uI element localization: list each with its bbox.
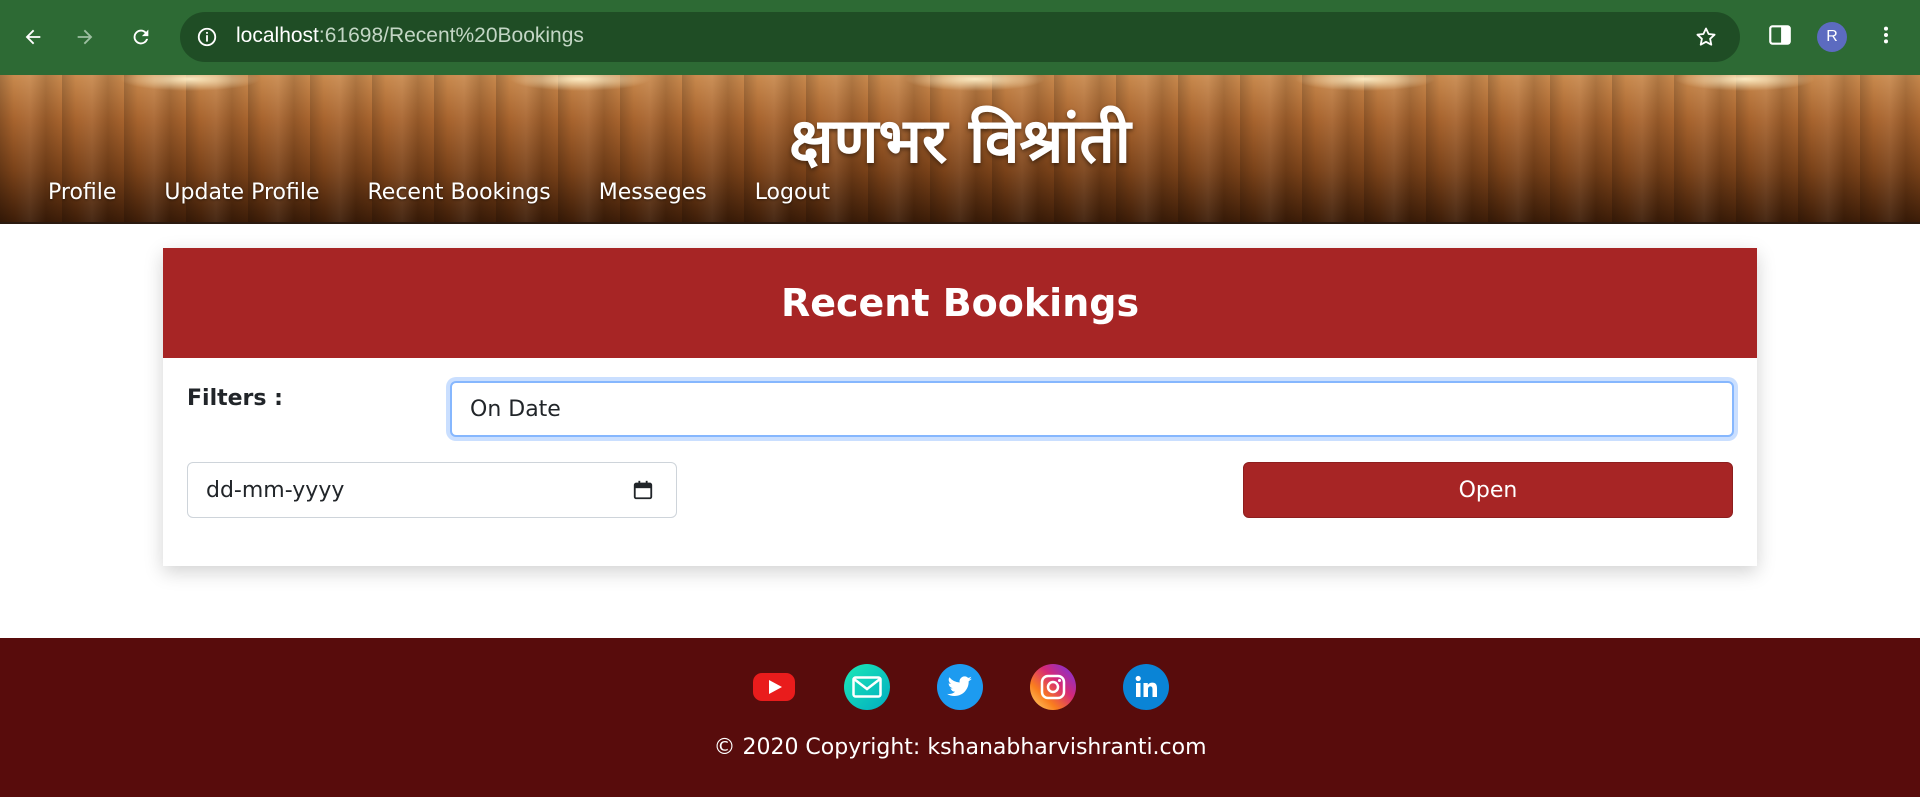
social-links xyxy=(0,664,1920,710)
nav-update-profile[interactable]: Update Profile xyxy=(164,180,319,205)
site-logo-title: क्षणभर विश्रांती xyxy=(789,104,1131,177)
nav-logout[interactable]: Logout xyxy=(755,180,830,205)
instagram-icon[interactable] xyxy=(1030,664,1076,710)
more-icon[interactable] xyxy=(1875,22,1897,48)
address-bar[interactable]: localhost:61698/Recent%20Bookings xyxy=(180,12,1740,62)
copyright-text: © 2020 Copyright: kshanabharvishranti.co… xyxy=(713,735,1207,760)
nav-recent-bookings[interactable]: Recent Bookings xyxy=(367,180,550,205)
filter-select-value: On Date xyxy=(470,396,561,422)
nav-messeges[interactable]: Messeges xyxy=(599,180,707,205)
site-footer: © 2020 Copyright: kshanabharvishranti.co… xyxy=(0,638,1920,797)
star-icon[interactable] xyxy=(1694,25,1718,49)
reload-icon[interactable] xyxy=(124,20,158,54)
info-icon[interactable] xyxy=(196,26,218,48)
date-placeholder: dd-mm-yyyy xyxy=(206,477,345,503)
site-header: क्षणभर विश्रांती Profile Update Profile … xyxy=(0,75,1920,224)
browser-toolbar: localhost:61698/Recent%20Bookings R xyxy=(0,0,1920,75)
nav-profile[interactable]: Profile xyxy=(48,180,116,205)
page-title: Recent Bookings xyxy=(780,281,1140,325)
main-nav: Profile Update Profile Recent Bookings M… xyxy=(48,180,830,205)
mail-icon[interactable] xyxy=(844,664,890,710)
url-text[interactable]: localhost:61698/Recent%20Bookings xyxy=(236,24,584,48)
card-header: Recent Bookings xyxy=(163,248,1757,358)
open-button[interactable]: Open xyxy=(1243,462,1733,518)
back-icon[interactable] xyxy=(16,20,50,54)
youtube-icon[interactable] xyxy=(751,664,797,710)
linkedin-icon[interactable] xyxy=(1123,664,1169,710)
date-input[interactable]: dd-mm-yyyy xyxy=(187,462,677,518)
calendar-icon[interactable] xyxy=(632,479,654,501)
filter-select[interactable]: On Date xyxy=(450,381,1734,437)
bookings-card: Recent Bookings Filters : On Date dd-mm-… xyxy=(163,248,1757,566)
side-panel-icon[interactable] xyxy=(1767,22,1793,48)
forward-icon[interactable] xyxy=(68,20,102,54)
avatar[interactable]: R xyxy=(1817,22,1847,52)
filters-label: Filters : xyxy=(187,386,283,411)
twitter-icon[interactable] xyxy=(937,664,983,710)
